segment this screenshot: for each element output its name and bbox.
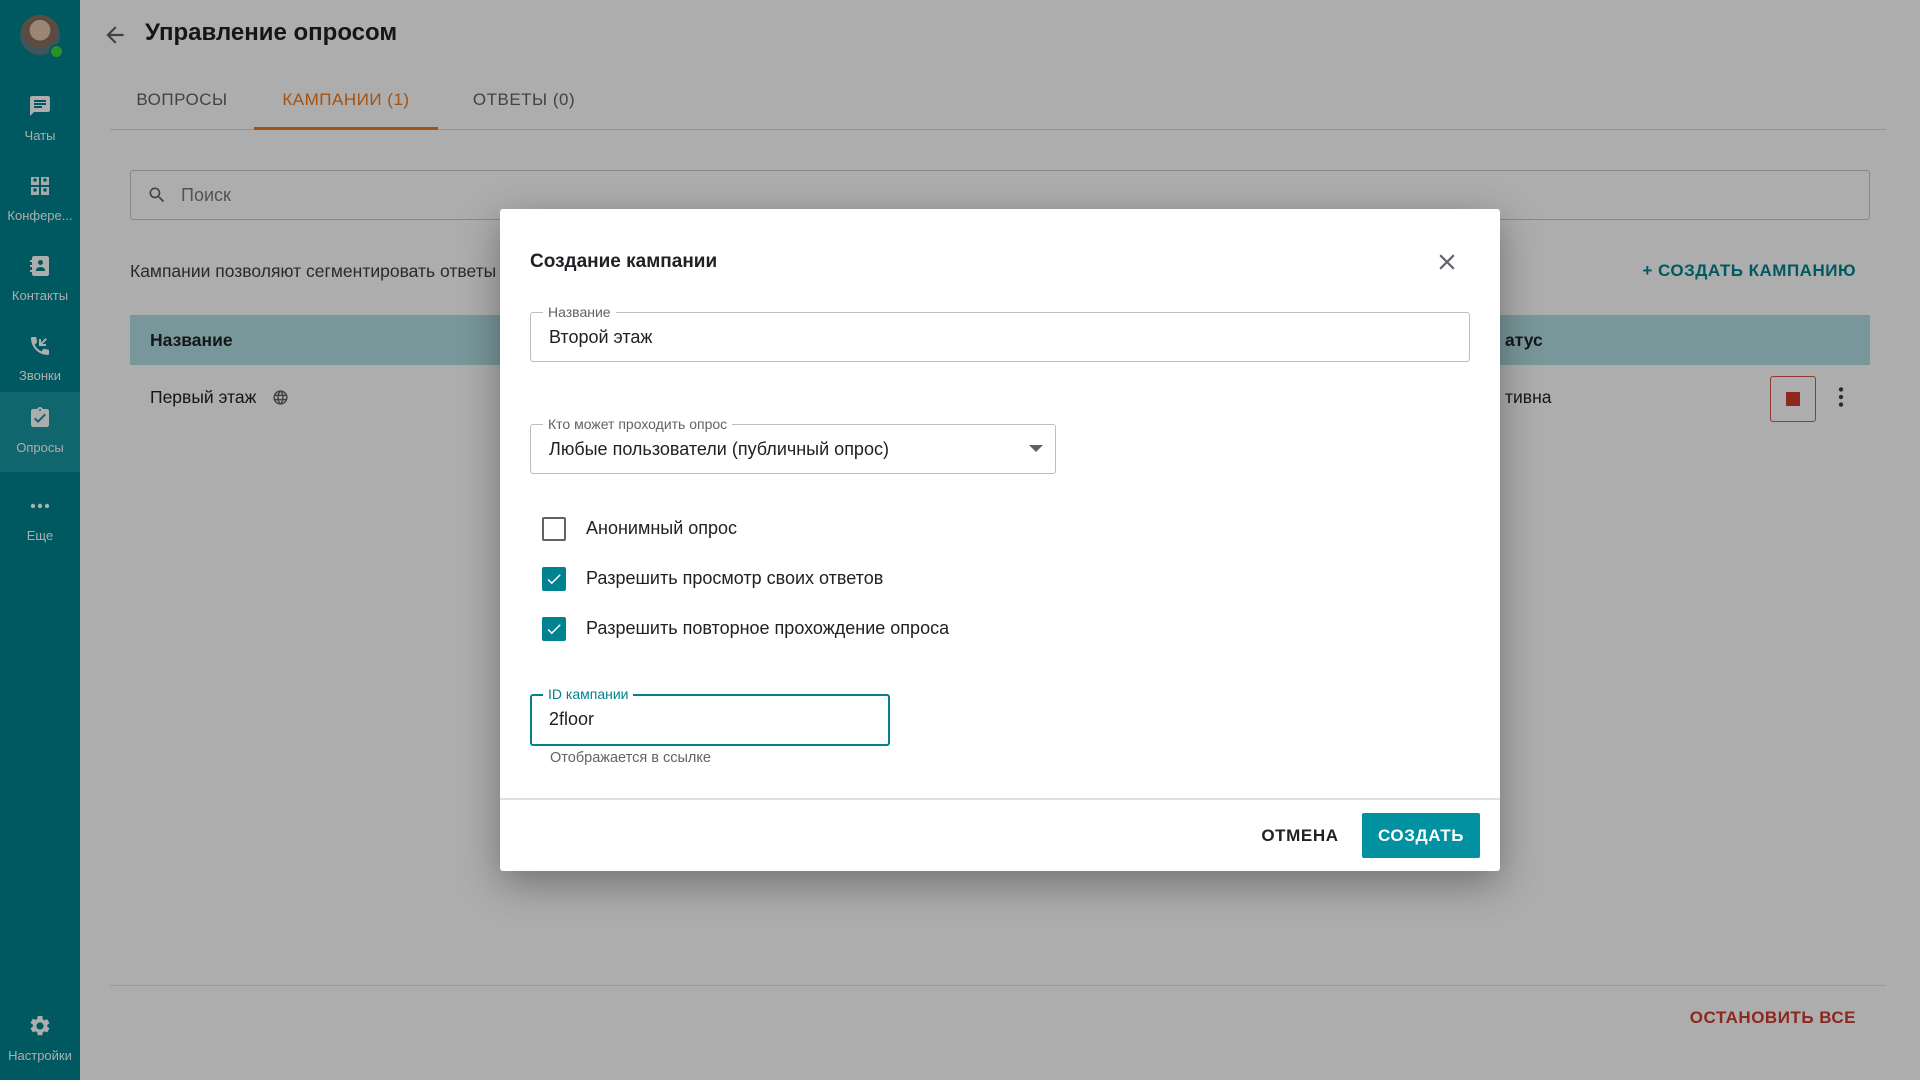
check-icon [547,574,561,585]
campaign-name-field[interactable]: Название [530,304,1470,362]
campaign-name-input[interactable] [549,315,1375,359]
close-icon[interactable] [1434,249,1460,275]
view-answers-checkbox[interactable] [542,567,566,591]
retake-checkbox[interactable] [542,617,566,641]
anonymous-checkbox-label: Анонимный опрос [586,518,738,538]
campaign-id-helper: Отображается в ссылке [550,750,711,766]
access-select-value: Любые пользователи (публичный опрос) [549,439,889,459]
cancel-button[interactable]: ОТМЕНА [1250,813,1350,858]
dialog-title: Создание кампании [530,251,718,272]
create-campaign-dialog: Создание кампании Название Кто может про… [500,209,1500,871]
view-answers-checkbox-label: Разрешить просмотр своих ответов [586,568,884,588]
anonymous-checkbox[interactable] [542,517,566,541]
access-select[interactable]: Кто может проходить опрос Любые пользова… [530,416,1056,474]
campaign-id-input[interactable] [549,697,863,741]
retake-checkbox-label: Разрешить повторное прохождение опроса [586,618,950,638]
create-button[interactable]: СОЗДАТЬ [1362,813,1480,858]
check-icon [547,624,561,635]
campaign-id-field[interactable]: ID кампании [530,686,890,746]
dropdown-arrow-icon [1029,445,1043,452]
dialog-divider [500,798,1500,800]
